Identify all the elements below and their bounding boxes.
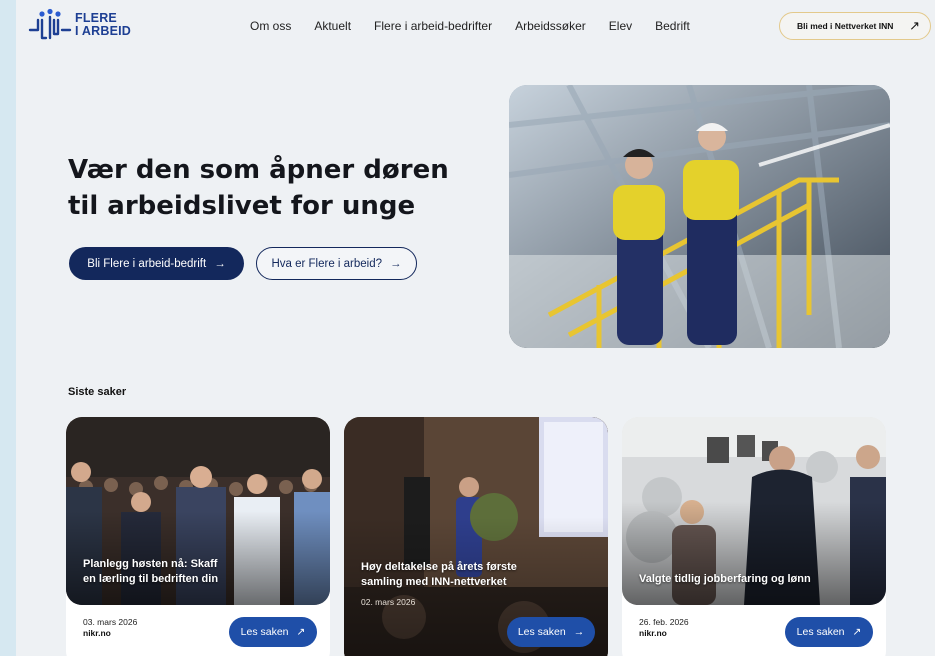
arrow-right-icon: → — [390, 257, 402, 270]
hero-title-line1: Vær den som åpner døren — [68, 155, 449, 185]
what-is-label: Hva er Flere i arbeid? — [271, 257, 383, 270]
news-card-date: 02. mars 2026 — [361, 597, 416, 607]
nav-item-flere-i-arbeid-bedrifter[interactable]: Flere i arbeid-bedrifter — [374, 19, 492, 33]
arrow-up-right-icon: ↗ — [852, 626, 862, 638]
news-card-title-line1: Valgte tidlig jobberfaring og lønn — [639, 573, 811, 585]
news-card-source: nikr.no — [639, 628, 667, 638]
news-card-date: 26. feb. 2026 — [639, 617, 689, 627]
news-card-source: nikr.no — [83, 628, 111, 638]
section-title: Siste saker — [68, 386, 127, 398]
logo[interactable]: FLERE I ARBEID — [28, 8, 131, 42]
news-card-title: Planlegg høsten nå: Skaff en lærling til… — [83, 557, 323, 587]
arrow-right-icon: → — [573, 626, 585, 638]
nav-item-elev[interactable]: Elev — [609, 19, 632, 33]
read-more-label: Les saken — [796, 626, 845, 638]
read-more-button[interactable]: Les saken ↗ — [229, 617, 317, 647]
site-header: FLERE I ARBEID Om oss Aktuelt Flere i ar… — [16, 0, 935, 56]
what-is-button[interactable]: Hva er Flere i arbeid? → — [256, 247, 417, 280]
news-card-date: 03. mars 2026 — [83, 617, 138, 627]
read-more-label: Les saken — [240, 626, 289, 638]
main-nav: Om oss Aktuelt Flere i arbeid-bedrifter … — [250, 19, 713, 33]
read-more-label: Les saken — [517, 626, 566, 638]
join-network-label: Bli med i Nettverket INN — [797, 21, 894, 31]
arrow-up-right-icon: ↗ — [909, 18, 920, 33]
news-card[interactable]: Planlegg høsten nå: Skaff en lærling til… — [66, 417, 330, 656]
nav-item-arbeidssoker[interactable]: Arbeidssøker — [515, 19, 586, 33]
nav-item-om-oss[interactable]: Om oss — [250, 19, 291, 33]
news-card-title-line2: en lærling til bedriften din — [83, 573, 219, 585]
become-company-button[interactable]: Bli Flere i arbeid-bedrift → — [69, 247, 244, 280]
read-more-button[interactable]: Les saken → — [507, 617, 595, 647]
nav-item-bedrift[interactable]: Bedrift — [655, 19, 690, 33]
news-card[interactable]: Høy deltakelse på årets første samling m… — [344, 417, 608, 656]
logo-mark-icon — [28, 8, 72, 40]
news-card-title-line1: Høy deltakelse på årets første — [361, 561, 517, 573]
news-card-title: Valgte tidlig jobberfaring og lønn — [639, 572, 879, 587]
news-card-title-line2: samling med INN-nettverket — [361, 576, 507, 588]
news-card[interactable]: Valgte tidlig jobberfaring og lønn 26. f… — [622, 417, 886, 656]
arrow-right-icon: → — [214, 257, 226, 270]
news-card-title: Høy deltakelse på årets første samling m… — [361, 560, 601, 590]
hero-title-line2: til arbeidslivet for unge — [68, 191, 416, 221]
news-card-title-line1: Planlegg høsten nå: Skaff — [83, 558, 218, 570]
hero-image — [509, 85, 890, 348]
join-network-button[interactable]: Bli med i Nettverket INN ↗ — [779, 12, 931, 40]
arrow-up-right-icon: ↗ — [296, 626, 306, 638]
read-more-button[interactable]: Les saken ↗ — [785, 617, 873, 647]
nav-item-aktuelt[interactable]: Aktuelt — [314, 19, 351, 33]
page: FLERE I ARBEID Om oss Aktuelt Flere i ar… — [16, 0, 935, 656]
become-company-label: Bli Flere i arbeid-bedrift — [87, 257, 207, 270]
hero-photo-illustration — [509, 85, 890, 348]
brand-line2: I ARBEID — [75, 24, 132, 38]
hero-title: Vær den som åpner døren til arbeidslivet… — [68, 152, 468, 224]
